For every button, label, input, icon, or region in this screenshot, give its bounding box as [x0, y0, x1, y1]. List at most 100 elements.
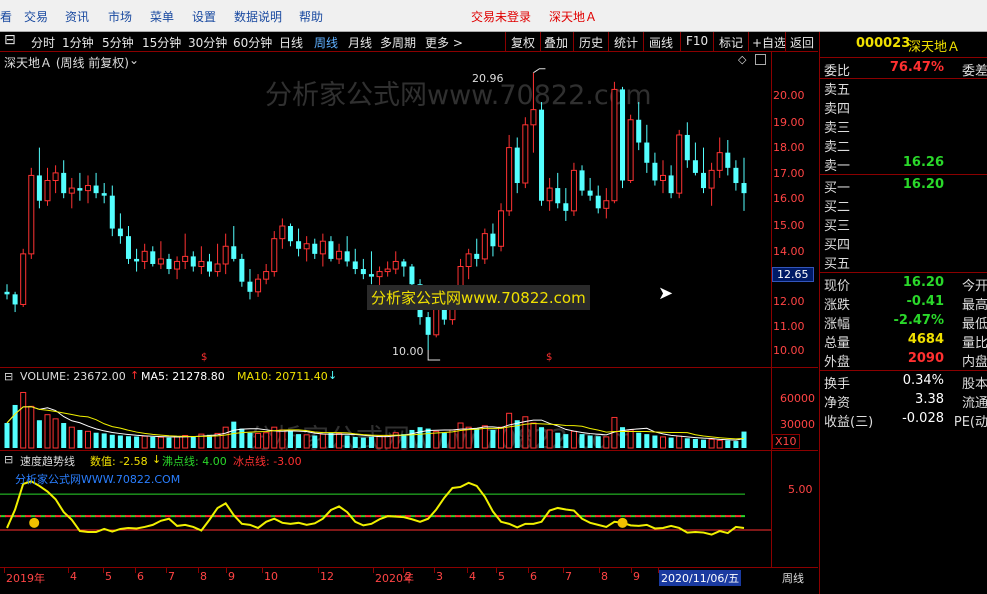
- candle-body: [587, 190, 593, 196]
- candle-body: [627, 119, 634, 181]
- f10-button[interactable]: F10: [686, 34, 708, 48]
- timeline-tick: [68, 568, 69, 573]
- timeline-tick: [226, 568, 227, 573]
- sell1-label: 卖一: [824, 159, 851, 174]
- boiling-line-value: 沸点线: 4.00: [162, 455, 227, 468]
- divider: [820, 174, 987, 175]
- volume-bar: [4, 423, 10, 448]
- fin-eps: -0.028: [902, 411, 944, 426]
- candle-body: [109, 195, 115, 229]
- candle-body: [570, 169, 577, 212]
- draw-line-button[interactable]: 画线: [649, 34, 673, 51]
- timeline-tick: [166, 568, 167, 573]
- volume-bar: [206, 434, 212, 448]
- menu-bar: 看 交易 资讯 市场 菜单 设置 数据说明 帮助 交易未登录 深天地Ａ: [0, 0, 987, 32]
- volume-collapse-icon[interactable]: ⊟: [4, 370, 13, 383]
- price-tick: 19.00: [773, 116, 805, 129]
- menu-item-settings[interactable]: 设置: [192, 8, 216, 25]
- history-button[interactable]: 历史: [579, 34, 603, 51]
- timeline-label: 7: [168, 570, 175, 583]
- more-button[interactable]: 更多 >: [425, 34, 463, 51]
- volume-bar: [700, 439, 707, 448]
- buy1-label: 买一: [824, 181, 851, 196]
- indicator-collapse-icon[interactable]: ⊟: [4, 453, 13, 466]
- tab-5min[interactable]: 5分钟: [102, 34, 134, 51]
- volume-bar: [368, 436, 374, 448]
- volume-bar: [157, 436, 164, 449]
- candle-body: [68, 187, 75, 194]
- candle-body: [328, 241, 334, 259]
- window-box-icon[interactable]: [755, 54, 766, 65]
- candle-body: [376, 271, 383, 278]
- volume-bar: [457, 422, 464, 449]
- price-tick: 10.00: [773, 344, 805, 357]
- chart-area[interactable]: 分析家公式网www.70822.com 分析家公式网www.70822.com …: [0, 52, 818, 594]
- volume-bar: [660, 436, 667, 449]
- candle-body: [620, 89, 626, 181]
- fin-label: 净资: [824, 396, 851, 411]
- volume-bar: [247, 432, 253, 448]
- candle-body: [296, 241, 302, 249]
- candle-body: [198, 260, 205, 268]
- adjust-button[interactable]: 复权: [511, 34, 535, 51]
- menu-item-menu[interactable]: 菜单: [150, 8, 174, 25]
- add-watchlist-button[interactable]: +自选: [752, 34, 786, 51]
- volume-bar: [109, 434, 115, 448]
- menu-item-look[interactable]: 看: [0, 8, 12, 25]
- timeline-tick: [198, 568, 199, 573]
- indicator-tick: 5.00: [788, 483, 813, 496]
- overlay-button[interactable]: 叠加: [544, 34, 568, 51]
- candle-body: [255, 278, 262, 293]
- divider: [820, 370, 987, 371]
- candle-body: [206, 261, 212, 272]
- buy-signal-dot: [617, 517, 628, 528]
- volume-bar: [603, 436, 610, 449]
- volume-bar: [28, 405, 35, 449]
- menu-item-trade[interactable]: 交易: [24, 8, 48, 25]
- volume-bar: [255, 432, 262, 449]
- volume-bar: [328, 432, 334, 448]
- tab-monthly[interactable]: 月线: [348, 34, 372, 51]
- fin-net-assets: 3.38: [915, 392, 944, 407]
- chevron-down-icon[interactable]: ⌄: [129, 53, 139, 67]
- volume-bar: [117, 435, 123, 448]
- timeline-tick: [563, 568, 564, 573]
- tab-30min[interactable]: 30分钟: [188, 34, 227, 51]
- candle-body: [474, 253, 480, 259]
- candle-body: [279, 225, 286, 240]
- stats-button[interactable]: 统计: [614, 34, 638, 51]
- candle-body: [636, 119, 642, 143]
- menu-item-help[interactable]: 帮助: [299, 8, 323, 25]
- stat-label: 现价: [824, 279, 851, 294]
- menu-item-market[interactable]: 市场: [108, 8, 132, 25]
- volume-bar: [61, 423, 67, 448]
- candle-body: [700, 172, 707, 189]
- collapse-icon[interactable]: ⊟: [4, 32, 16, 48]
- tab-weekly[interactable]: 周线: [314, 34, 338, 51]
- toolbar-divider: [713, 32, 714, 52]
- fin-right-label: 股本: [961, 377, 987, 392]
- tab-intraday[interactable]: 分时: [31, 34, 55, 51]
- tab-15min[interactable]: 15分钟: [142, 34, 181, 51]
- fin-label: 收益(三): [824, 415, 874, 430]
- menu-item-data-notes[interactable]: 数据说明: [234, 8, 282, 25]
- mark-button[interactable]: 标记: [719, 34, 743, 51]
- tab-60min[interactable]: 60分钟: [233, 34, 272, 51]
- arrow-down-icon: ↓: [328, 369, 338, 382]
- back-button[interactable]: 返回: [790, 34, 814, 51]
- indicator-watermark: 分析家公式网WWW.70822.COM: [15, 473, 181, 486]
- sell2-label: 卖二: [824, 140, 851, 155]
- buy3-label: 买三: [824, 219, 851, 234]
- tab-multi-period[interactable]: 多周期: [380, 34, 416, 51]
- tab-daily[interactable]: 日线: [279, 34, 303, 51]
- volume-bar: [627, 429, 634, 449]
- diamond-icon[interactable]: ◇: [738, 53, 746, 66]
- candle-body: [93, 185, 99, 194]
- volume-bar: [498, 426, 505, 449]
- candle-body: [539, 109, 545, 201]
- tab-1min[interactable]: 1分钟: [62, 34, 94, 51]
- timeline-tick: [103, 568, 104, 573]
- price-tick: 20.00: [773, 89, 805, 102]
- menu-item-news[interactable]: 资讯: [65, 8, 89, 25]
- price-tick: 17.00: [773, 167, 805, 180]
